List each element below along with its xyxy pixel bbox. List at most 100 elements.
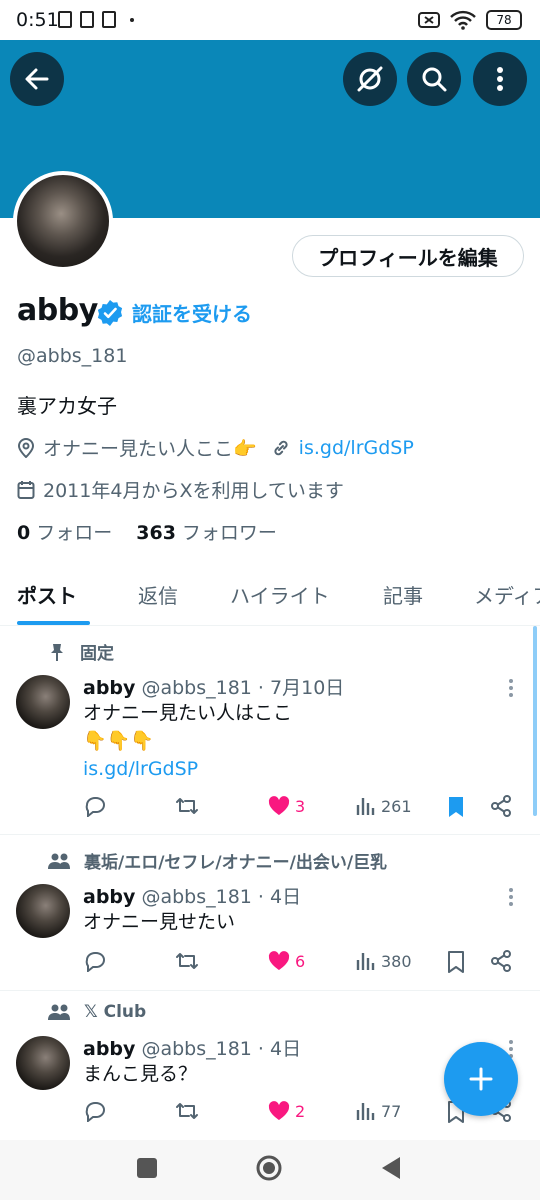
edit-profile-button[interactable]: プロフィールを編集 bbox=[292, 235, 524, 277]
views-icon bbox=[356, 798, 375, 815]
more-options-button[interactable] bbox=[473, 52, 527, 106]
more-vertical-icon bbox=[497, 67, 503, 91]
post-author-name[interactable]: abby bbox=[83, 886, 135, 908]
plus-icon bbox=[469, 1067, 493, 1091]
tab-articles[interactable]: 記事 bbox=[383, 580, 423, 609]
share-button[interactable] bbox=[490, 950, 516, 972]
no-sim-icon bbox=[418, 12, 440, 28]
post-header: abby @abbs_181 · 4日 bbox=[83, 1034, 301, 1061]
back-button[interactable] bbox=[10, 52, 64, 106]
following-link[interactable]: 0 フォロー bbox=[17, 518, 112, 545]
post-item[interactable]: 裏垢/エロ/セフレ/オナニー/出会い/巨乳 abby @abbs_181 · 4… bbox=[0, 836, 540, 991]
heart-filled-icon bbox=[268, 1101, 290, 1120]
profile-name: abby bbox=[17, 293, 98, 328]
get-verified-link[interactable]: 認証を受ける bbox=[132, 298, 252, 327]
tab-media[interactable]: メディア bbox=[474, 580, 540, 609]
post-avatar[interactable] bbox=[16, 675, 70, 729]
status-notification-icons bbox=[58, 11, 134, 28]
views-button[interactable]: 261 bbox=[355, 795, 412, 817]
back-nav-button[interactable] bbox=[380, 1155, 402, 1181]
post-item[interactable]: 固定 abby @abbs_181 · 7月10日 オナニー見たい人はここ 👇👇… bbox=[0, 627, 540, 835]
battery-indicator: 78 bbox=[486, 10, 522, 30]
verified-badge-icon[interactable] bbox=[96, 299, 124, 327]
tab-highlights[interactable]: ハイライト bbox=[230, 580, 330, 609]
profile-joined: 2011年4月からXを利用しています bbox=[43, 480, 344, 502]
like-count: 6 bbox=[295, 951, 306, 971]
link-icon bbox=[274, 440, 288, 455]
post-text-line: 👇👇👇 bbox=[83, 730, 154, 752]
reply-icon bbox=[85, 797, 105, 817]
post-context-label: 固定 bbox=[80, 644, 114, 664]
like-button[interactable]: 6 bbox=[267, 950, 305, 972]
bookmark-icon bbox=[448, 951, 464, 973]
status-time: 0:51 bbox=[16, 9, 59, 31]
post-avatar[interactable] bbox=[16, 884, 70, 938]
post-author-name[interactable]: abby bbox=[83, 1038, 135, 1060]
share-icon bbox=[491, 795, 511, 817]
grok-button[interactable] bbox=[343, 52, 397, 106]
view-count: 77 bbox=[381, 1101, 402, 1121]
views-button[interactable]: 77 bbox=[355, 1100, 401, 1122]
view-count: 261 bbox=[381, 796, 412, 816]
like-count: 2 bbox=[295, 1101, 306, 1121]
pin-icon bbox=[51, 643, 63, 661]
views-icon bbox=[356, 953, 375, 970]
post-actions: 6 380 bbox=[83, 950, 523, 976]
tab-replies[interactable]: 返信 bbox=[138, 580, 178, 609]
arrow-left-icon bbox=[25, 68, 49, 90]
system-nav-bar bbox=[0, 1140, 540, 1200]
search-button[interactable] bbox=[407, 52, 461, 106]
profile-handle: @abbs_181 bbox=[17, 345, 128, 367]
compose-post-button[interactable] bbox=[444, 1042, 518, 1116]
reply-button[interactable] bbox=[83, 1100, 111, 1122]
post-more-icon[interactable] bbox=[509, 888, 515, 909]
post-context: 𝕏 Club bbox=[48, 1002, 146, 1022]
post-context-label[interactable]: 裏垢/エロ/セフレ/オナニー/出会い/巨乳 bbox=[84, 848, 387, 873]
followers-link[interactable]: 363 フォロワー bbox=[136, 518, 277, 545]
repost-button[interactable] bbox=[175, 795, 203, 817]
post-context: 固定 bbox=[48, 639, 114, 664]
post-author-name[interactable]: abby bbox=[83, 677, 135, 699]
like-button[interactable]: 3 bbox=[267, 795, 305, 817]
post-context: 裏垢/エロ/セフレ/オナニー/出会い/巨乳 bbox=[48, 848, 387, 873]
download-icon bbox=[80, 11, 94, 28]
views-icon bbox=[356, 1103, 375, 1120]
profile-bio: 裏アカ女子 bbox=[17, 394, 117, 418]
mi-icon bbox=[102, 11, 116, 28]
tab-posts[interactable]: ポスト bbox=[17, 580, 77, 609]
bookmark-button[interactable] bbox=[446, 950, 470, 974]
active-tab-indicator bbox=[17, 621, 90, 625]
post-more-icon[interactable] bbox=[509, 679, 515, 700]
post-text: まんこ見る？ bbox=[83, 1060, 197, 1088]
share-button[interactable] bbox=[490, 795, 516, 817]
post-handle-time: @abbs_181 · 4日 bbox=[141, 886, 302, 908]
scroll-indicator[interactable] bbox=[533, 626, 537, 816]
views-button[interactable]: 380 bbox=[355, 950, 412, 972]
grok-icon bbox=[357, 66, 383, 92]
repost-button[interactable] bbox=[175, 950, 203, 972]
search-icon bbox=[422, 67, 447, 92]
like-button[interactable]: 2 bbox=[267, 1100, 305, 1122]
post-handle-time: @abbs_181 · 4日 bbox=[141, 1038, 302, 1060]
post-avatar[interactable] bbox=[16, 1036, 70, 1090]
reply-button[interactable] bbox=[83, 950, 111, 972]
post-link[interactable]: is.gd/lrGdSP bbox=[83, 755, 292, 783]
status-bar: 0:51 78 bbox=[0, 0, 540, 40]
reply-button[interactable] bbox=[83, 795, 111, 817]
like-count: 3 bbox=[295, 796, 306, 816]
post-text-line: オナニー見せたい bbox=[83, 911, 236, 933]
bookmark-button[interactable] bbox=[446, 795, 470, 819]
profile-link[interactable]: is.gd/lrGdSP bbox=[299, 437, 414, 459]
home-button[interactable] bbox=[255, 1154, 283, 1182]
recent-apps-button[interactable] bbox=[137, 1158, 157, 1178]
profile-meta-location-row: オナニー見たい人ここ👉 is.gd/lrGdSP bbox=[17, 434, 414, 461]
profile-avatar[interactable] bbox=[13, 171, 113, 271]
post-context-label[interactable]: 𝕏 Club bbox=[84, 1002, 146, 1022]
community-icon bbox=[48, 1004, 70, 1020]
repost-button[interactable] bbox=[175, 1100, 203, 1122]
profile-meta-joined-row: 2011年4月からXを利用しています bbox=[17, 476, 344, 503]
follow-stats: 0 フォロー 363 フォロワー bbox=[17, 518, 277, 545]
post-header: abby @abbs_181 · 4日 bbox=[83, 882, 301, 909]
calendar-icon bbox=[17, 480, 35, 499]
location-icon bbox=[17, 437, 35, 458]
